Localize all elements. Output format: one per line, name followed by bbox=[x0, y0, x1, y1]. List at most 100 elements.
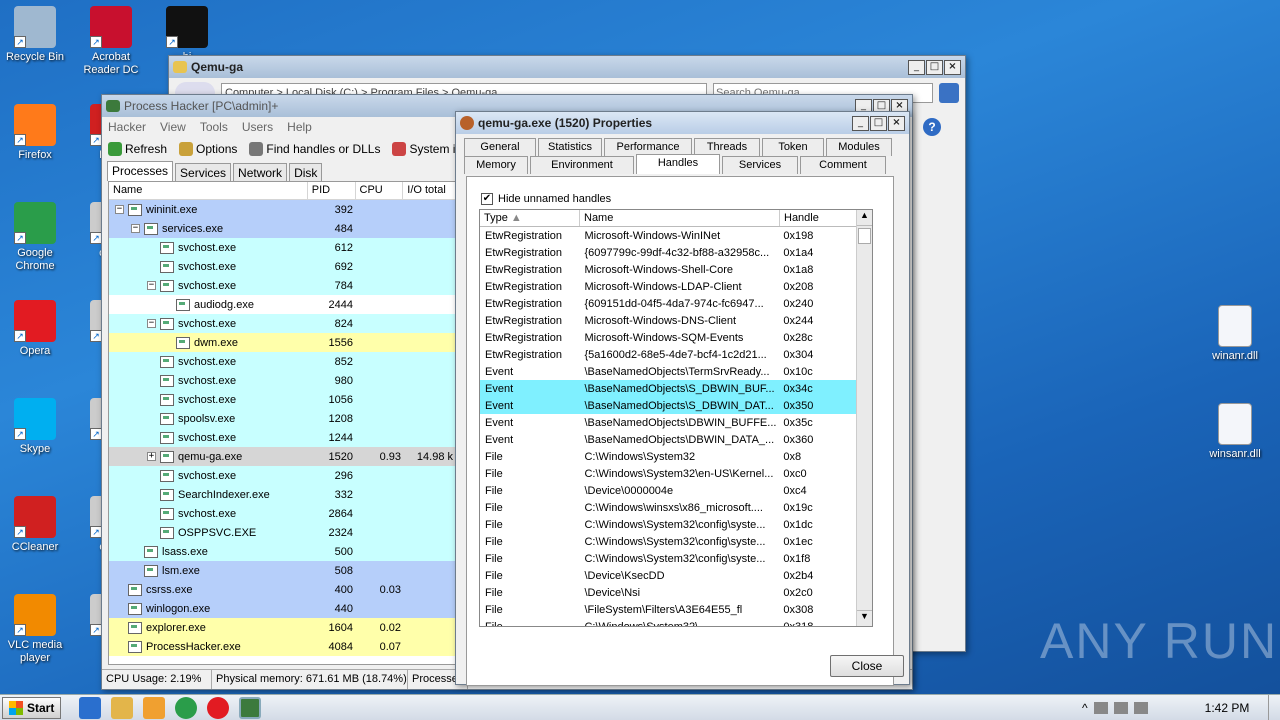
tab-general[interactable]: General bbox=[464, 138, 536, 156]
process-row[interactable]: ProcessHacker.exe 4084 0.07 bbox=[109, 637, 457, 656]
tab-statistics[interactable]: Statistics bbox=[538, 138, 602, 156]
process-row[interactable]: svchost.exe 692 bbox=[109, 257, 457, 276]
process-row[interactable]: SearchIndexer.exe 332 bbox=[109, 485, 457, 504]
network-icon[interactable] bbox=[1113, 701, 1128, 714]
opera-taskbar-icon[interactable] bbox=[207, 696, 230, 719]
hide-unnamed-checkbox[interactable]: ✔ Hide unnamed handles bbox=[481, 193, 611, 205]
handle-row[interactable]: File \Device\Nsi 0x2c0 bbox=[480, 584, 858, 601]
desktop-icon[interactable]: ↗ VLC media player bbox=[0, 594, 70, 665]
tab-memory[interactable]: Memory bbox=[464, 156, 528, 174]
handle-row[interactable]: EtwRegistration {609151dd-04f5-4da7-974c-… bbox=[480, 295, 858, 312]
props-titlebar[interactable]: qemu-ga.exe (1520) Properties _ □ × bbox=[456, 112, 909, 134]
process-row[interactable]: svchost.exe 2864 bbox=[109, 504, 457, 523]
desktop-icon[interactable]: ↗ CCleaner bbox=[0, 496, 70, 554]
handle-row[interactable]: EtwRegistration Microsoft-Windows-WinINet… bbox=[480, 227, 858, 244]
vertical-scrollbar[interactable]: ▲ ▼ bbox=[856, 210, 872, 626]
process-row[interactable]: audiodg.exe 2444 bbox=[109, 295, 457, 314]
process-row[interactable]: explorer.exe 1604 0.02 bbox=[109, 618, 457, 637]
show-hidden-icons-icon[interactable]: ^ bbox=[1082, 701, 1088, 715]
handle-row[interactable]: File C:\Windows\System32\... 0x318 bbox=[480, 618, 858, 627]
process-row[interactable]: svchost.exe 852 bbox=[109, 352, 457, 371]
process-row[interactable]: − svchost.exe 824 bbox=[109, 314, 457, 333]
column-cpu[interactable]: CPU bbox=[356, 182, 404, 199]
chrome-taskbar-icon[interactable] bbox=[175, 696, 198, 719]
column-name[interactable]: Name bbox=[109, 182, 308, 199]
explorer-taskbar-icon[interactable] bbox=[111, 696, 134, 719]
handle-row[interactable]: Event \BaseNamedObjects\S_DBWIN_BUF... 0x3… bbox=[480, 380, 858, 397]
expand-toggle-icon[interactable]: − bbox=[147, 319, 156, 328]
minimize-button[interactable]: _ bbox=[908, 59, 925, 75]
expand-toggle-icon[interactable]: − bbox=[131, 224, 140, 233]
desktop-icon[interactable]: ↗ Google Chrome bbox=[0, 202, 70, 273]
handle-row[interactable]: EtwRegistration {6097799c-99df-4c32-bf88-… bbox=[480, 244, 858, 261]
handle-row[interactable]: EtwRegistration Microsoft-Windows-DNS-Cli… bbox=[480, 312, 858, 329]
expand-toggle-icon[interactable]: + bbox=[147, 452, 156, 461]
handle-row[interactable]: Event \BaseNamedObjects\DBWIN_BUFFE... 0x3… bbox=[480, 414, 858, 431]
process-hacker-taskbar-icon[interactable] bbox=[239, 696, 262, 719]
process-row[interactable]: OSPPSVC.EXE 2324 bbox=[109, 523, 457, 542]
tab-services[interactable]: Services bbox=[175, 163, 232, 181]
desktop-icon-winsanr[interactable]: winsanr.dll bbox=[1200, 403, 1270, 461]
process-row[interactable]: svchost.exe 980 bbox=[109, 371, 457, 390]
close-button[interactable]: × bbox=[944, 59, 961, 75]
explorer-titlebar[interactable]: Qemu-ga _ □ × bbox=[169, 56, 965, 78]
desktop-icon[interactable]: ↗ Skype bbox=[0, 398, 70, 456]
process-row[interactable]: svchost.exe 1244 bbox=[109, 428, 457, 447]
desktop-icon-winanr[interactable]: winanr.dll bbox=[1200, 305, 1270, 363]
expand-toggle-icon[interactable]: − bbox=[147, 281, 156, 290]
menu-item[interactable]: View bbox=[160, 120, 186, 134]
close-button[interactable]: × bbox=[888, 115, 905, 131]
tab-services[interactable]: Services bbox=[722, 156, 798, 174]
minimize-button[interactable]: _ bbox=[852, 115, 869, 131]
handle-row[interactable]: File C:\Windows\winsxs\x86_microsoft.... 0… bbox=[480, 499, 858, 516]
tab-processes[interactable]: Processes bbox=[107, 161, 174, 181]
handle-row[interactable]: File \Device\KsecDD 0x2b4 bbox=[480, 567, 858, 584]
tab-comment[interactable]: Comment bbox=[800, 156, 886, 174]
process-tree[interactable]: Name PID CPU I/O total − wininit.exe 392− s… bbox=[108, 181, 458, 665]
handle-row[interactable]: EtwRegistration Microsoft-Windows-SQM-Eve… bbox=[480, 329, 858, 346]
media-player-taskbar-icon[interactable] bbox=[143, 696, 166, 719]
menu-item[interactable]: Tools bbox=[200, 120, 228, 134]
desktop-icon[interactable]: ↗ Opera bbox=[0, 300, 70, 358]
handle-row[interactable]: File C:\Windows\System32 0x8 bbox=[480, 448, 858, 465]
desktop-icon[interactable]: ↗ Acrobat Reader DC bbox=[76, 6, 146, 77]
refresh-button[interactable]: Refresh bbox=[108, 142, 167, 156]
menu-item[interactable]: Hacker bbox=[108, 120, 146, 134]
process-row[interactable]: csrss.exe 400 0.03 bbox=[109, 580, 457, 599]
ie-taskbar-icon[interactable] bbox=[79, 696, 102, 719]
handle-row[interactable]: Event \BaseNamedObjects\DBWIN_DATA_... 0x3… bbox=[480, 431, 858, 448]
tab-handles[interactable]: Handles bbox=[636, 154, 720, 174]
find-handles-button[interactable]: Find handles or DLLs bbox=[249, 142, 380, 156]
handle-row[interactable]: File C:\Windows\System32\en-US\Kernel... 0… bbox=[480, 465, 858, 482]
desktop-icon[interactable]: ↗ Firefox bbox=[0, 104, 70, 162]
tab-network[interactable]: Network bbox=[233, 163, 288, 181]
handle-row[interactable]: Event \BaseNamedObjects\TermSrvReady... 0x… bbox=[480, 363, 858, 380]
menu-item[interactable]: Help bbox=[287, 120, 312, 134]
process-row[interactable]: − wininit.exe 392 bbox=[109, 200, 457, 219]
volume-icon[interactable] bbox=[1133, 701, 1148, 714]
tab-environment[interactable]: Environment bbox=[530, 156, 634, 174]
clock[interactable]: 1:42 PM bbox=[1192, 701, 1262, 715]
help-icon[interactable]: ? bbox=[923, 118, 941, 136]
handle-row[interactable]: Event \BaseNamedObjects\S_DBWIN_DAT... 0x3… bbox=[480, 397, 858, 414]
column-name[interactable]: Name bbox=[580, 210, 780, 226]
close-dialog-button[interactable]: Close bbox=[830, 655, 904, 677]
tab-disk[interactable]: Disk bbox=[289, 163, 323, 181]
flag-icon[interactable] bbox=[1093, 701, 1108, 714]
process-row[interactable]: svchost.exe 296 bbox=[109, 466, 457, 485]
expand-toggle-icon[interactable]: − bbox=[115, 205, 124, 214]
show-desktop-button[interactable] bbox=[1268, 694, 1280, 720]
process-row[interactable]: svchost.exe 1056 bbox=[109, 390, 457, 409]
properties-window[interactable]: qemu-ga.exe (1520) Properties _ □ × Gene… bbox=[455, 111, 910, 686]
process-row[interactable]: winlogon.exe 440 bbox=[109, 599, 457, 618]
process-row[interactable]: lsm.exe 508 bbox=[109, 561, 457, 580]
search-icon[interactable] bbox=[939, 83, 959, 103]
start-button[interactable]: Start bbox=[2, 696, 62, 719]
process-row[interactable]: + qemu-ga.exe 1520 0.93 14.98 k bbox=[109, 447, 457, 466]
process-row[interactable]: − svchost.exe 784 bbox=[109, 276, 457, 295]
handle-row[interactable]: EtwRegistration Microsoft-Windows-LDAP-Cl… bbox=[480, 278, 858, 295]
desktop-icon[interactable]: ↗ Recycle Bin bbox=[0, 6, 70, 64]
checkbox-box[interactable]: ✔ bbox=[481, 193, 493, 205]
column-io-total[interactable]: I/O total bbox=[403, 182, 457, 199]
handle-row[interactable]: File C:\Windows\System32\config\syste... 0… bbox=[480, 516, 858, 533]
